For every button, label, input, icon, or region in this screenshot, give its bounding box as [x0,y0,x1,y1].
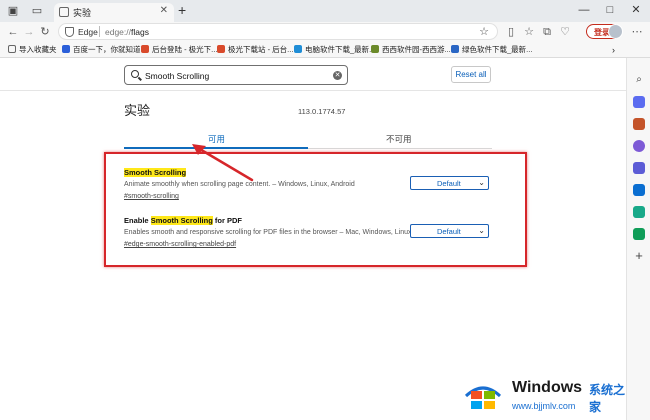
tab-actions-icon[interactable]: ▭ [30,4,44,18]
watermark-site: www.bjjmlv.com [512,401,576,411]
favorite-item[interactable]: 百度一下，你就知道 [62,44,141,56]
favorite-item[interactable]: 导入收藏夹 [8,44,57,56]
back-arrow-icon[interactable]: ← [6,25,20,39]
edge-shield-icon [65,27,74,37]
annotation-arrow [192,144,254,182]
search-flags-box[interactable]: ✕ [124,65,348,85]
split-screen-icon[interactable]: ▯ [504,25,518,39]
site-icon [217,45,225,53]
availability-tabs: 可用 不可用 [124,129,492,149]
favorite-item[interactable]: 电脑软件下载_最新... [294,44,375,56]
login-button[interactable]: 登录 [586,24,623,39]
address-separator [99,26,100,37]
favorites-bar: 导入收藏夹 百度一下，你就知道 后台登陆 - 极光下... 极光下载站 - 后台… [0,42,650,58]
close-tab-icon[interactable]: ✕ [160,5,168,16]
flag-link[interactable]: #smooth-scrolling [124,192,424,202]
search-icon [131,70,139,78]
games-icon[interactable] [633,140,645,152]
flag-item-smooth-scrolling-pdf: Enable Smooth Scrolling for PDF Enables … [124,216,424,250]
url-text[interactable]: edge://flags [105,27,149,37]
tab-unavailable[interactable]: 不可用 [386,133,412,145]
search-input[interactable] [145,69,325,82]
new-tab-button[interactable]: + [178,3,192,17]
flask-icon [59,7,69,17]
flag-description: Animate smoothly when scrolling page con… [124,181,355,188]
more-favorites-icon[interactable]: › [612,44,615,56]
microsoft-365-icon[interactable] [633,162,645,174]
favorite-star-icon[interactable]: ☆ [479,25,489,38]
navigation-bar: ← → ↻ Edge edge://flags ☆ ▯ ☆ ⧉ ♡ 登录 ⋯ [0,22,650,42]
flag-link[interactable]: #edge-smooth-scrolling-enabled-pdf [124,240,424,250]
flags-page: ✕ Reset all 实验 113.0.1774.57 可用 不可用 Smoo… [0,59,626,420]
flag-select-smooth-scrolling-pdf[interactable]: Default ⌄ [410,224,489,238]
flag-name: Enable Smooth Scrolling for PDF [124,216,242,225]
forward-arrow-icon[interactable]: → [22,25,36,39]
page-title: 实验 [124,103,151,118]
reset-all-button[interactable]: Reset all [451,66,491,83]
address-bar[interactable]: Edge edge://flags ☆ [58,23,498,40]
favorite-item[interactable]: 极光下载站 - 后台... [217,44,293,56]
title-bar: ▣ ▭ 实验 ✕ + — □ ✕ [0,0,650,22]
favorite-item[interactable]: 西西软件园-西西游... [371,44,451,56]
favorites-icon[interactable]: ☆ [522,25,536,39]
page-header: ✕ Reset all [0,59,626,91]
outlook-icon[interactable] [633,184,645,196]
site-label: Edge [78,27,98,37]
select-value: Default [437,179,461,188]
baidu-icon [62,45,70,53]
edge-sidebar: ⌕ + [626,58,650,420]
watermark-brand-cn: 系统之家 [589,383,626,414]
close-window-button[interactable]: ✕ [628,2,644,18]
watermark: Windows 系统之家 www.bjjmlv.com [464,376,626,420]
more-menu-icon[interactable]: ⋯ [630,25,644,39]
tab-title: 实验 [73,8,92,18]
minimize-button[interactable]: — [576,2,592,18]
workspaces-icon[interactable]: ▣ [6,4,20,18]
tools-icon[interactable] [633,118,645,130]
add-sidebar-icon[interactable]: + [633,249,645,262]
select-value: Default [437,227,461,236]
favorite-item[interactable]: 后台登陆 - 极光下... [141,44,217,56]
flag-item-smooth-scrolling: Smooth Scrolling Animate smoothly when s… [124,168,424,202]
flag-name: Smooth Scrolling [124,168,187,177]
version-text: 113.0.1774.57 [298,107,346,116]
clear-search-icon[interactable]: ✕ [333,71,342,80]
favorite-item[interactable]: 绿色软件下载_最新... [451,44,532,56]
browser-tab-flags[interactable]: 实验 ✕ [54,3,174,22]
site-icon [294,45,302,53]
search-icon[interactable]: ⌕ [633,74,645,86]
avatar [608,24,623,39]
maximize-button[interactable]: □ [602,2,618,18]
collections-icon[interactable]: ⧉ [540,25,554,39]
windows-logo-icon [464,386,502,409]
site-icon [451,45,459,53]
site-icon [141,45,149,53]
drop-icon[interactable] [633,228,645,240]
designer-icon[interactable] [633,206,645,218]
chevron-down-icon: ⌄ [478,178,485,187]
refresh-icon[interactable]: ↻ [38,25,52,39]
flag-description: Enables smooth and responsive scrolling … [124,229,412,236]
watermark-brand: Windows [512,379,583,396]
browser-essentials-icon[interactable]: ♡ [558,25,572,39]
chevron-down-icon: ⌄ [478,226,485,235]
flag-select-smooth-scrolling[interactable]: Default ⌄ [410,176,489,190]
folder-icon [8,45,16,53]
shopping-icon[interactable] [633,96,645,108]
site-icon [371,45,379,53]
